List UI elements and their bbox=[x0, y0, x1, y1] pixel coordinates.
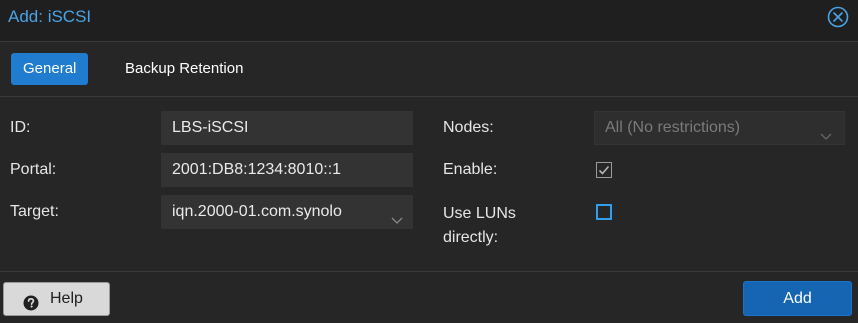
target-select-value: iqn.2000-01.com.synolo bbox=[172, 203, 342, 220]
dialog-title: Add: iSCSI bbox=[8, 7, 92, 26]
portal-field[interactable]: 2001:DB8:1234:8010::1 bbox=[161, 153, 413, 187]
help-button-label: Help bbox=[50, 290, 83, 307]
id-label: ID: bbox=[10, 119, 31, 136]
chevron-down-icon bbox=[820, 122, 832, 140]
tab-general[interactable]: General bbox=[11, 53, 89, 85]
use-luns-label-line1: Use LUNs bbox=[443, 205, 516, 222]
enable-label: Enable: bbox=[443, 161, 498, 178]
tab-bar: General Backup Retention bbox=[0, 42, 858, 97]
close-icon[interactable] bbox=[827, 6, 849, 28]
nodes-select[interactable]: All (No restrictions) bbox=[594, 111, 845, 145]
portal-field-value: 2001:DB8:1234:8010::1 bbox=[172, 161, 342, 178]
dialog-titlebar: Add: iSCSI bbox=[0, 0, 858, 42]
help-button[interactable]: Help bbox=[3, 282, 110, 316]
target-label: Target: bbox=[10, 203, 59, 220]
tab-backup-retention[interactable]: Backup Retention bbox=[113, 53, 255, 85]
use-luns-checkbox[interactable] bbox=[596, 204, 612, 220]
target-select[interactable]: iqn.2000-01.com.synolo bbox=[161, 195, 413, 229]
id-field[interactable]: LBS-iSCSI bbox=[161, 111, 413, 145]
dialog-footer: Help Add bbox=[0, 271, 858, 319]
id-field-value: LBS-iSCSI bbox=[172, 119, 249, 136]
question-circle-icon bbox=[23, 291, 39, 311]
nodes-label: Nodes: bbox=[443, 119, 494, 136]
add-button[interactable]: Add bbox=[743, 281, 852, 316]
enable-checkbox[interactable] bbox=[596, 162, 612, 178]
add-iscsi-dialog: Add: iSCSI General Backup Retention ID: … bbox=[0, 0, 858, 319]
nodes-select-value: All (No restrictions) bbox=[605, 119, 741, 136]
use-luns-label-line2: directly: bbox=[443, 229, 499, 246]
chevron-down-icon[interactable] bbox=[391, 206, 403, 224]
portal-label: Portal: bbox=[10, 161, 57, 178]
